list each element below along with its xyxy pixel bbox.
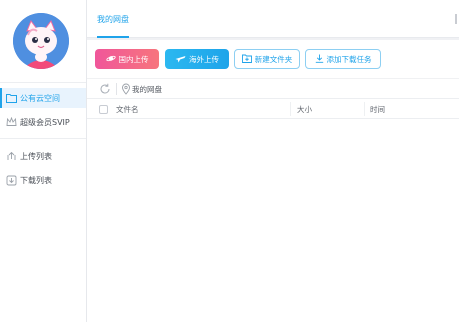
sidebar-item-label: 超级会员SVIP bbox=[20, 117, 70, 127]
sidebar-item-label: 下载列表 bbox=[20, 175, 52, 185]
location-pin-icon bbox=[121, 83, 131, 95]
download-list-icon bbox=[6, 175, 17, 186]
column-header-time[interactable]: 时间 bbox=[370, 104, 385, 115]
add-download-label: 添加下载任务 bbox=[326, 54, 372, 64]
folder-icon bbox=[6, 93, 17, 104]
column-divider bbox=[364, 102, 365, 116]
vip-crown-icon bbox=[6, 117, 17, 128]
domestic-upload-button[interactable]: 国内上传 bbox=[95, 49, 159, 69]
planet-icon bbox=[105, 54, 116, 65]
overseas-upload-label: 海外上传 bbox=[189, 54, 219, 64]
cat-mascot-icon bbox=[13, 13, 69, 69]
select-all-checkbox[interactable] bbox=[99, 105, 108, 114]
sidebar: 公有云空间 超级会员SVIP 上传列表 下载列表 bbox=[0, 0, 87, 322]
avatar[interactable] bbox=[13, 13, 69, 69]
tab-label: 我的网盘 bbox=[97, 14, 129, 24]
sidebar-divider bbox=[0, 138, 86, 139]
domestic-upload-label: 国内上传 bbox=[118, 54, 149, 64]
sidebar-item-label: 上传列表 bbox=[20, 151, 52, 161]
column-header-filename[interactable]: 文件名 bbox=[116, 104, 139, 115]
breadcrumb: 我的网盘 bbox=[87, 78, 459, 98]
top-bar: 我的网盘 bbox=[87, 0, 459, 38]
file-panel: 国内上传 海外上传 新建文件夹 添加下载任务 我的网盘 文件名 大小 时间 bbox=[87, 40, 459, 322]
download-icon bbox=[315, 54, 324, 65]
sidebar-item-label: 公有云空间 bbox=[20, 93, 60, 103]
breadcrumb-path[interactable]: 我的网盘 bbox=[132, 84, 162, 95]
overseas-upload-button[interactable]: 海外上传 bbox=[165, 49, 229, 69]
window-edge-marker bbox=[455, 14, 457, 24]
main-area: 我的网盘 国内上传 海外上传 新建文件夹 添加下载任务 我的网盘 文件名 大小 … bbox=[87, 0, 459, 322]
sidebar-item-public-cloud[interactable]: 公有云空间 bbox=[0, 88, 86, 108]
new-folder-icon bbox=[241, 54, 252, 65]
new-folder-label: 新建文件夹 bbox=[254, 54, 293, 64]
upload-list-icon bbox=[6, 151, 17, 162]
new-folder-button[interactable]: 新建文件夹 bbox=[234, 49, 300, 69]
sidebar-item-upload-list[interactable]: 上传列表 bbox=[0, 146, 86, 166]
add-download-task-button[interactable]: 添加下载任务 bbox=[305, 49, 381, 69]
tab-my-drive[interactable]: 我的网盘 bbox=[93, 0, 133, 38]
file-table-header: 文件名 大小 时间 bbox=[87, 98, 459, 119]
column-header-size[interactable]: 大小 bbox=[297, 104, 312, 115]
sidebar-item-svip[interactable]: 超级会员SVIP bbox=[0, 112, 86, 132]
sidebar-item-download-list[interactable]: 下载列表 bbox=[0, 170, 86, 190]
column-divider bbox=[290, 102, 291, 116]
refresh-icon[interactable] bbox=[99, 83, 111, 95]
airplane-icon bbox=[175, 54, 186, 65]
breadcrumb-divider bbox=[116, 83, 117, 95]
sidebar-divider bbox=[0, 82, 86, 83]
